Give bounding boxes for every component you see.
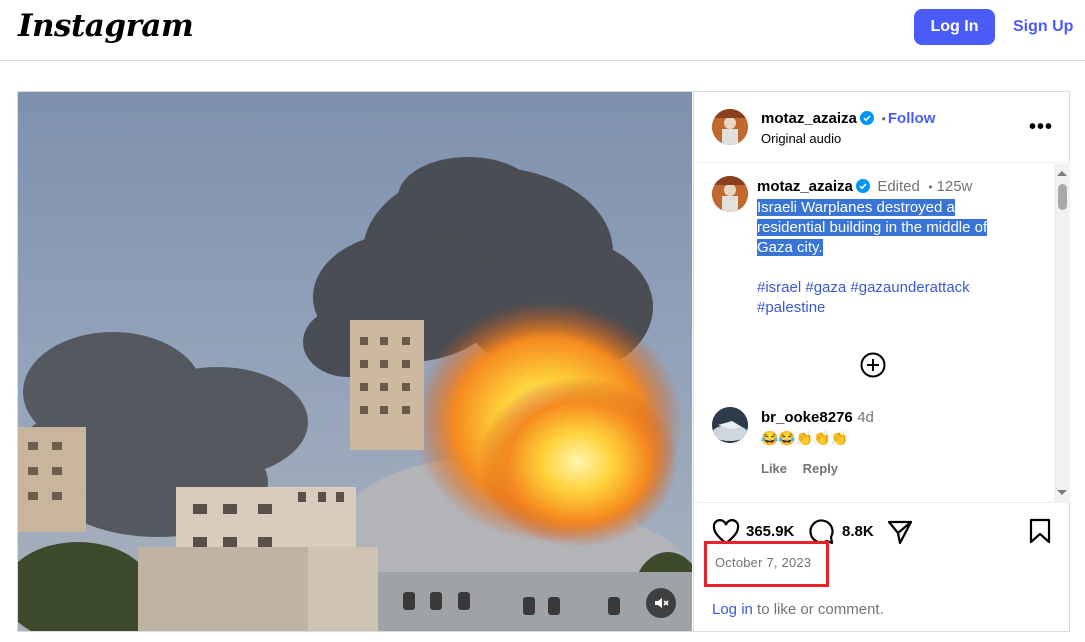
hashtag-link[interactable]: #israel: [757, 279, 801, 296]
hashtag-link[interactable]: #gazaunderattack: [850, 279, 969, 296]
muted-speaker-icon: [655, 598, 669, 608]
instagram-logo[interactable]: Instagram: [18, 8, 194, 44]
reply-button[interactable]: Reply: [803, 461, 838, 476]
dot-separator: •: [881, 111, 886, 126]
date-highlight-box: October 7, 2023: [704, 541, 829, 587]
caption-avatar[interactable]: [712, 176, 748, 212]
post-sidebar: motaz_azaiza • Follow Original audio ••• …: [693, 92, 1070, 631]
comment-actions: Like Reply: [761, 461, 838, 476]
comment-age: 4d: [857, 409, 874, 426]
profile-photo-image: [712, 176, 748, 212]
comment-count[interactable]: 8.8K: [842, 523, 874, 540]
login-button[interactable]: Log In: [914, 9, 995, 45]
comment-username[interactable]: br_ooke8276: [761, 409, 853, 426]
post-video[interactable]: [18, 92, 692, 631]
caption-line: Israeli Warplanes destroyed a: [757, 199, 955, 216]
author-username[interactable]: motaz_azaiza: [761, 110, 857, 127]
caption-username[interactable]: motaz_azaiza: [757, 178, 853, 195]
hashtag-link[interactable]: #gaza: [805, 279, 846, 296]
plus-circle-icon: [860, 352, 886, 378]
top-bar: Instagram Log In Sign Up: [0, 0, 1085, 61]
load-more-comments-button[interactable]: [859, 351, 887, 384]
comment-text: 😂😂👏👏👏: [761, 430, 849, 446]
like-comment-button[interactable]: Like: [761, 461, 787, 476]
comments-scrollbar[interactable]: [1054, 164, 1070, 502]
verified-badge-icon: [855, 179, 870, 193]
scroll-up-icon[interactable]: [1054, 168, 1070, 178]
mute-button[interactable]: [646, 588, 676, 618]
bookmark-icon[interactable]: [1028, 517, 1052, 545]
edited-label: Edited: [877, 178, 920, 195]
avatar[interactable]: [712, 109, 748, 145]
post-header: motaz_azaiza • Follow Original audio •••: [694, 92, 1070, 163]
commenter-avatar[interactable]: [712, 407, 748, 443]
caption-text: Israeli Warplanes destroyed a residentia…: [757, 198, 1027, 258]
more-options-button[interactable]: •••: [1029, 116, 1053, 139]
post-date[interactable]: October 7, 2023: [715, 555, 811, 570]
audio-label[interactable]: Original audio: [761, 131, 841, 146]
verified-badge-icon: [859, 111, 874, 125]
comments-area: motaz_azaiza Edited • 125w Israeli Warpla…: [694, 164, 1054, 502]
hashtags: #israel #gaza #gazaunderattack #palestin…: [757, 278, 1019, 318]
login-prompt-text: to like or comment.: [757, 601, 884, 618]
caption-line: residential building in the middle of: [757, 219, 988, 236]
dot-separator: •: [928, 180, 933, 194]
scrollbar-thumb[interactable]: [1058, 184, 1067, 210]
post-card: motaz_azaiza • Follow Original audio ••• …: [17, 91, 1070, 632]
hashtag-link[interactable]: #palestine: [757, 299, 825, 316]
explosion-scene-image: [18, 92, 692, 631]
login-link[interactable]: Log in: [712, 601, 753, 618]
header-name-row: motaz_azaiza • Follow: [761, 110, 935, 128]
profile-photo-image: [712, 407, 748, 443]
caption-meta: motaz_azaiza Edited • 125w: [757, 178, 972, 196]
caption-age: 125w: [936, 178, 973, 195]
post-actions: 365.9K 8.8K October 7, 2023 Log in to li…: [694, 502, 1070, 631]
scroll-down-icon[interactable]: [1054, 488, 1070, 498]
caption-line: Gaza city.: [757, 239, 823, 256]
comment-meta: br_ooke8276 4d: [761, 409, 874, 427]
like-count[interactable]: 365.9K: [746, 523, 794, 540]
follow-button[interactable]: Follow: [888, 110, 936, 127]
share-icon[interactable]: [886, 518, 914, 546]
login-prompt: Log in to like or comment.: [712, 601, 884, 618]
signup-link[interactable]: Sign Up: [1013, 18, 1073, 36]
profile-photo-image: [712, 109, 748, 145]
